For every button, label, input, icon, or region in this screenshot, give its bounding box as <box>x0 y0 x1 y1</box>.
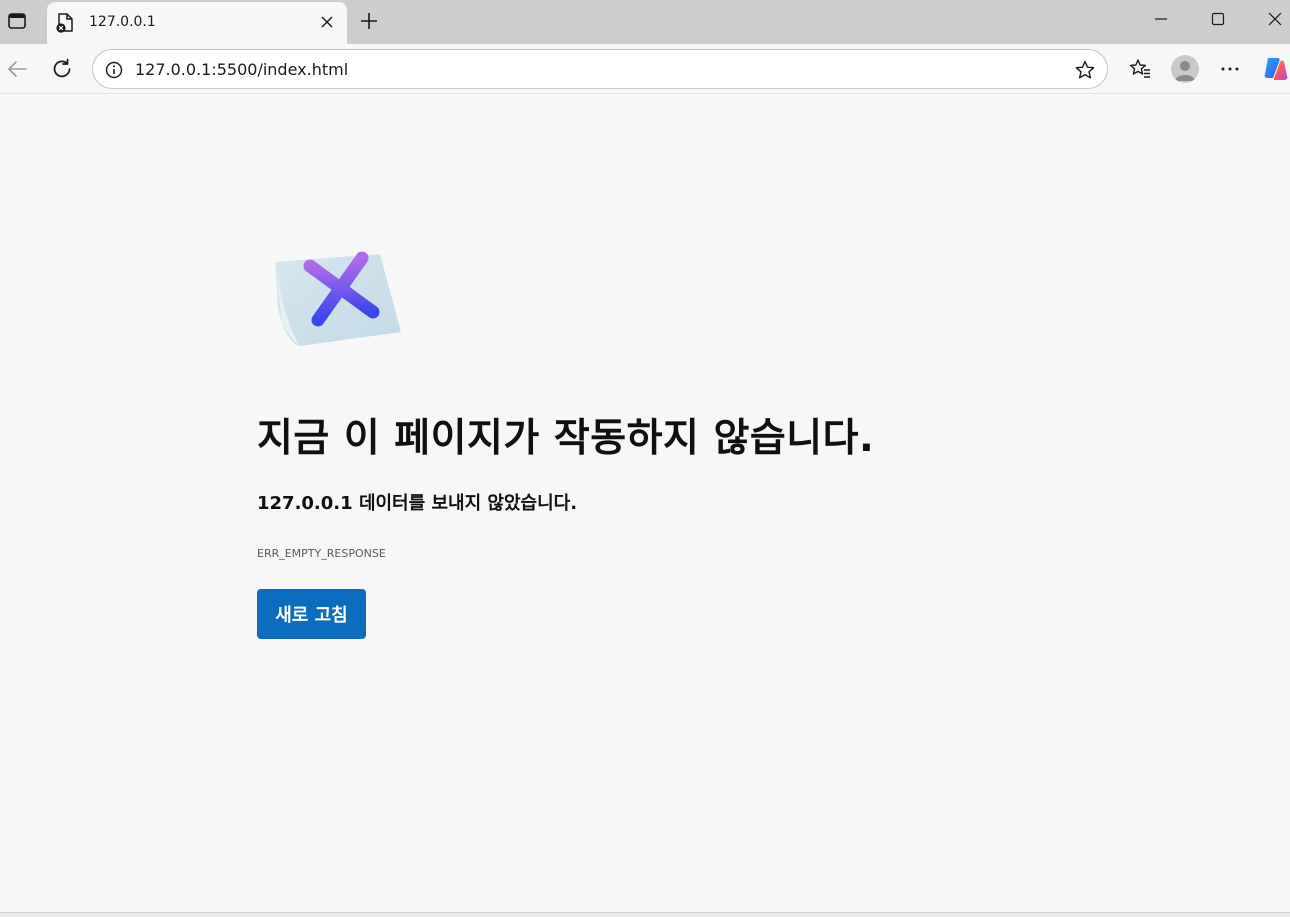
minimize-icon[interactable] <box>1146 7 1176 31</box>
reload-button[interactable]: 새로 고침 <box>257 589 366 639</box>
error-message: 127.0.0.1 데이터를 보내지 않았습니다. <box>257 491 577 517</box>
back-icon[interactable] <box>3 55 31 83</box>
error-page-icon <box>56 13 74 33</box>
error-message-text: 데이터를 보내지 않았습니다. <box>352 493 578 514</box>
copilot-icon[interactable] <box>1262 54 1290 82</box>
error-x-document-icon <box>270 248 406 348</box>
error-heading: 지금 이 페이지가 작동하지 않습니다. <box>257 416 875 461</box>
refresh-icon[interactable] <box>48 55 76 83</box>
browser-toolbar: 127.0.0.1:5500/index.html <box>0 44 1290 94</box>
address-bar[interactable]: 127.0.0.1:5500/index.html <box>92 49 1108 89</box>
error-code: ERR_EMPTY_RESPONSE <box>257 547 386 560</box>
star-icon[interactable] <box>1074 59 1096 81</box>
error-page: 지금 이 페이지가 작동하지 않습니다. 127.0.0.1 데이터를 보내지 … <box>0 95 1290 912</box>
url-text[interactable]: 127.0.0.1:5500/index.html <box>135 60 348 80</box>
plus-icon[interactable] <box>357 9 381 33</box>
close-icon[interactable] <box>318 13 336 31</box>
info-icon[interactable] <box>104 60 124 80</box>
profile-avatar[interactable] <box>1171 55 1199 83</box>
active-tab[interactable]: 127.0.0.1 <box>47 2 347 44</box>
more-icon[interactable] <box>1216 55 1244 83</box>
window-close-icon[interactable] <box>1260 7 1290 31</box>
window-bottom-edge <box>0 912 1290 917</box>
favorites-icon[interactable] <box>1126 55 1154 83</box>
tab-strip: 127.0.0.1 <box>0 0 1290 44</box>
tab-actions-icon[interactable] <box>7 11 27 31</box>
error-host: 127.0.0.1 <box>257 493 353 514</box>
tab-title: 127.0.0.1 <box>89 14 156 30</box>
maximize-icon[interactable] <box>1203 7 1233 31</box>
